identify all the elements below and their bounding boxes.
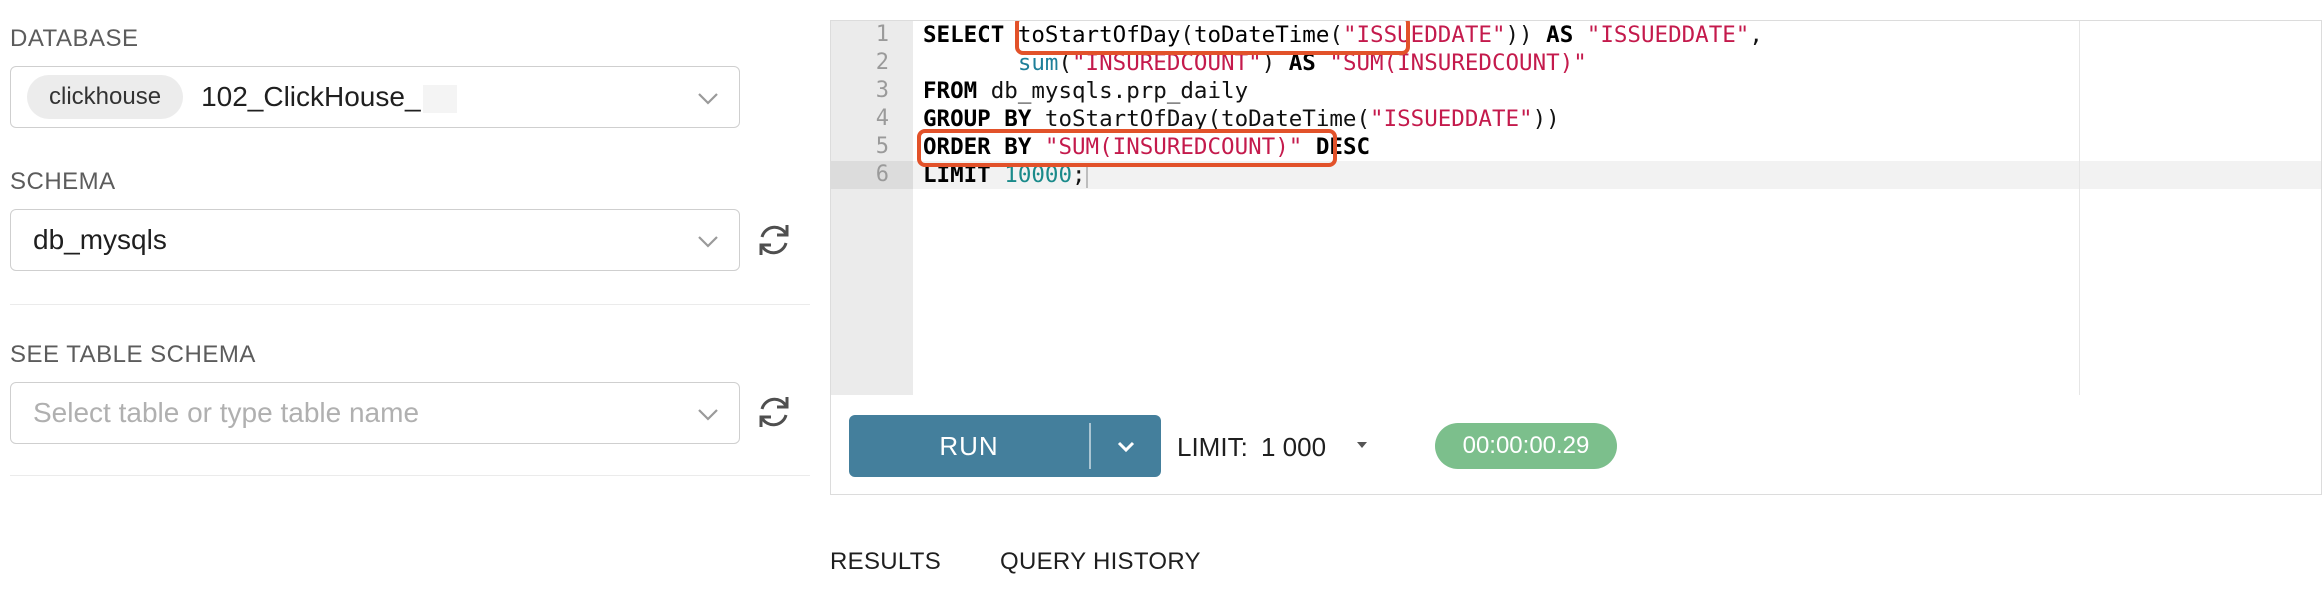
text-cursor <box>1085 163 1088 188</box>
line-number: 5 <box>875 134 889 159</box>
annotation-highlight-select <box>1015 21 1410 55</box>
chevron-down-icon <box>1117 441 1134 453</box>
caret-down-icon[interactable] <box>1355 439 1369 451</box>
annotation-highlight-order-by <box>917 129 1337 167</box>
schema-select[interactable]: db_mysqls <box>10 209 740 271</box>
run-button[interactable]: RUN <box>849 415 1161 477</box>
code-token: "ISSUEDDATE" <box>1586 22 1750 48</box>
redacted-area <box>422 84 457 113</box>
line-number: 1 <box>875 22 889 47</box>
code-token: db_mysqls.prp_daily <box>977 78 1249 104</box>
chevron-down-icon[interactable] <box>695 85 721 111</box>
run-button-label: RUN <box>939 430 999 461</box>
line-number: 2 <box>875 50 889 75</box>
code-token: , <box>1749 22 1763 48</box>
table-schema-label: SEE TABLE SCHEMA <box>10 341 256 368</box>
query-toolbar: RUN LIMIT: 1 000 00:00:00.29 <box>830 395 2322 495</box>
sql-editor[interactable]: 1 2 3 4 5 6 SELECT toStartOfDay(toDateTi… <box>830 20 2322 396</box>
active-line-number-bg <box>831 161 913 189</box>
run-options-button[interactable] <box>1091 415 1161 477</box>
line-number: 4 <box>875 106 889 131</box>
line-number: 6 <box>875 162 889 187</box>
divider <box>10 304 810 305</box>
refresh-schema-icon[interactable] <box>754 220 794 260</box>
table-select[interactable]: Select table or type table name <box>10 382 740 444</box>
line-gutter: 1 2 3 4 5 6 <box>831 21 913 395</box>
code-token: )) <box>1505 22 1533 48</box>
divider <box>10 475 810 476</box>
refresh-tables-icon[interactable] <box>754 392 794 432</box>
code-token: )) <box>1532 106 1560 132</box>
query-timer-badge: 00:00:00.29 <box>1435 423 1617 469</box>
database-label: DATABASE <box>10 25 139 52</box>
backend-tag: clickhouse <box>27 75 184 119</box>
tab-results[interactable]: RESULTS <box>830 548 941 576</box>
limit-value[interactable]: 1 000 <box>1261 432 1326 463</box>
database-select[interactable]: clickhouse 102_ClickHouse_ <box>10 66 740 128</box>
schema-label: SCHEMA <box>10 168 116 195</box>
print-margin <box>2079 21 2080 395</box>
limit-label: LIMIT: <box>1177 432 1248 462</box>
code-line[interactable]: FROM db_mysqls.prp_daily <box>923 77 1763 105</box>
left-panel: DATABASE clickhouse 102_ClickHouse_ SCHE… <box>0 0 812 594</box>
code-token: SELECT <box>923 22 1005 48</box>
chevron-down-icon[interactable] <box>695 401 721 427</box>
database-value: 102_ClickHouse_ <box>201 81 457 113</box>
code-token: "ISSUEDDATE" <box>1370 106 1533 132</box>
code-token: FROM <box>923 78 978 104</box>
line-number: 3 <box>875 78 889 103</box>
database-name-text: 102_ClickHouse_ <box>201 81 421 112</box>
table-select-placeholder: Select table or type table name <box>33 397 420 428</box>
code-token: AS <box>1546 22 1574 48</box>
tab-query-history[interactable]: QUERY HISTORY <box>1000 548 1201 576</box>
chevron-down-icon[interactable] <box>695 228 721 254</box>
schema-value: db_mysqls <box>33 224 167 255</box>
